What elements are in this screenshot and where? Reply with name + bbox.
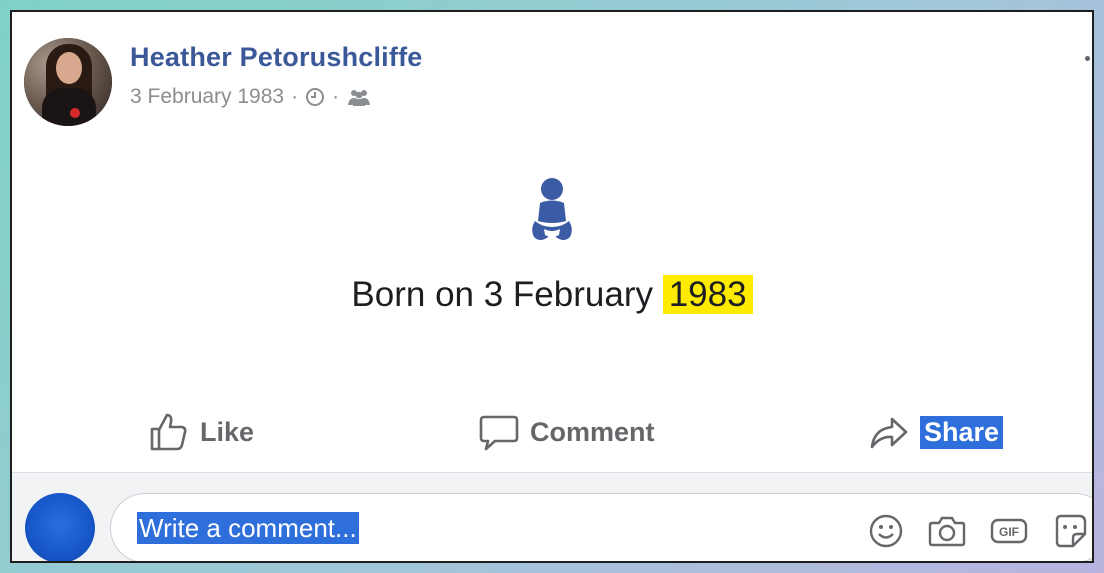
post-actions: Like Comment Share [12,404,1092,460]
life-event: Born on 3 February 1983 [12,177,1092,315]
separator: · [291,85,299,108]
current-user-avatar[interactable] [25,493,95,561]
separator: · [332,85,340,108]
svg-text:GIF: GIF [999,525,1019,539]
emoji-icon[interactable] [867,512,905,550]
share-arrow-icon [868,411,910,453]
post-date[interactable]: 3 February 1983 [130,85,284,109]
author-avatar[interactable] [24,38,112,126]
comment-bubble-icon [478,411,520,453]
thumbs-up-icon [148,411,190,453]
post-header: Heather Petorushcliffe 3 February 1983 ·… [24,38,422,126]
sticker-icon[interactable] [1051,512,1089,550]
share-button[interactable]: Share [868,411,1004,453]
comment-label: Comment [530,416,655,447]
camera-icon[interactable] [927,512,967,550]
comment-placeholder: Write a comment... [137,512,359,544]
comment-composer: Write a comment... GIF [12,472,1092,561]
author-name-link[interactable]: Heather Petorushcliffe [130,42,422,73]
facebook-post-card: Heather Petorushcliffe 3 February 1983 ·… [10,10,1094,563]
like-button[interactable]: Like [148,411,254,453]
highlighted-year: 1983 [662,275,753,314]
post-options-icon[interactable] [1085,56,1090,61]
life-event-text: Born on 3 February 1983 [12,275,1092,315]
baby-icon [526,177,578,247]
audience-friends-icon[interactable] [346,87,372,107]
like-label: Like [200,416,255,447]
comment-input[interactable]: Write a comment... GIF [110,493,1092,561]
comment-tools: GIF [867,512,1089,550]
post-meta: Heather Petorushcliffe 3 February 1983 ·… [130,42,422,109]
share-label: Share [920,415,1004,449]
post-subline: 3 February 1983 · · [130,85,422,109]
life-event-text-main: Born on 3 February [351,275,663,314]
comment-button[interactable]: Comment [478,411,655,453]
gif-icon[interactable]: GIF [989,512,1029,550]
clock-icon [305,87,325,107]
